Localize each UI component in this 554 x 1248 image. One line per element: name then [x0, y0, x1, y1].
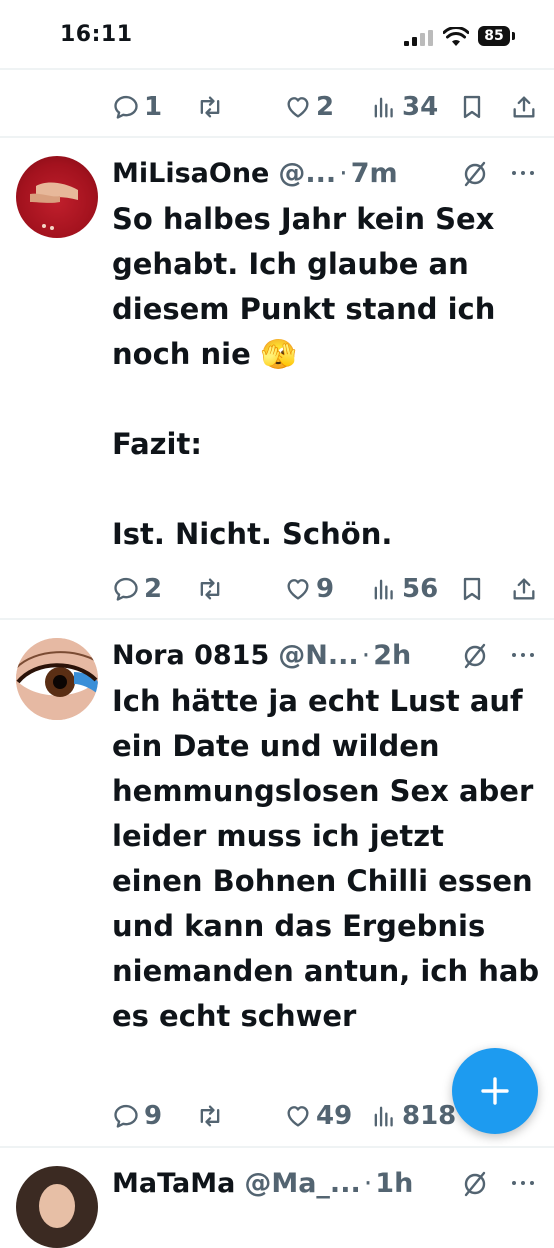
speech-bubble-icon	[114, 95, 138, 119]
avatar[interactable]	[16, 156, 98, 238]
retweet-button[interactable]	[196, 569, 224, 609]
views-count: 56	[402, 574, 439, 604]
reply-count: 9	[144, 1101, 163, 1131]
heart-icon	[287, 579, 309, 600]
wifi-icon	[443, 27, 469, 46]
separator-dot: ·	[339, 157, 348, 189]
more-dots-icon[interactable]	[508, 1175, 538, 1191]
reply-button[interactable]: 2	[112, 569, 162, 609]
divider	[0, 1146, 554, 1148]
compose-button[interactable]	[452, 1048, 538, 1134]
heart-icon	[287, 97, 309, 118]
bookmark-button[interactable]	[458, 569, 486, 609]
share-upload-icon	[513, 96, 535, 118]
display-name[interactable]: Nora 0815	[112, 640, 269, 671]
like-button[interactable]: 9	[284, 569, 334, 609]
reply-button[interactable]: 1	[112, 87, 162, 127]
divider	[0, 136, 554, 138]
speech-bubble-icon	[114, 577, 138, 601]
separator-dot: ·	[361, 639, 371, 671]
tweet-header: MiLisaOne @... · 7m	[112, 153, 398, 193]
bookmark-button[interactable]	[458, 87, 486, 127]
plus-icon	[481, 1077, 509, 1105]
like-count: 49	[316, 1101, 353, 1131]
status-time: 16:11	[60, 22, 133, 47]
heart-icon	[287, 1106, 309, 1127]
share-upload-icon	[513, 578, 535, 600]
avatar-image	[30, 182, 78, 230]
cellular-signal-icon	[404, 30, 433, 46]
share-button[interactable]	[510, 87, 538, 127]
bar-chart-icon	[374, 579, 393, 600]
tweet-actions: 1 2 34	[112, 87, 542, 127]
retweet-arrows-icon	[200, 1105, 220, 1127]
bar-chart-icon	[374, 97, 393, 118]
reply-count: 1	[144, 92, 163, 122]
grok-slash-circle-icon[interactable]	[460, 641, 490, 671]
retweet-arrows-icon	[200, 578, 220, 600]
views-button[interactable]: 56	[370, 569, 438, 609]
bar-chart-icon	[374, 1106, 393, 1127]
separator-dot: ·	[363, 1167, 373, 1199]
more-dots-icon[interactable]	[508, 165, 538, 181]
user-handle[interactable]: @Ma_...	[244, 1168, 360, 1199]
tweet-age: 1h	[375, 1167, 414, 1199]
views-count: 34	[402, 92, 439, 122]
more-dots-icon[interactable]	[508, 647, 538, 663]
like-button[interactable]: 2	[284, 87, 334, 127]
avatar-image	[39, 1184, 75, 1228]
reply-button[interactable]: 9	[112, 1096, 162, 1136]
retweet-button[interactable]	[196, 1096, 224, 1136]
tweet-age: 2h	[373, 639, 412, 671]
tweet-text: Ich hätte ja echt Lust auf ein Date und …	[112, 684, 540, 1033]
tweet-text: So halbes Jahr kein Sex gehabt. Ich glau…	[112, 202, 496, 551]
retweet-arrows-icon	[200, 96, 220, 118]
display-name[interactable]: MaTaMa	[112, 1168, 235, 1199]
tweet-header: Nora 0815 @N... · 2h	[112, 635, 411, 675]
grok-slash-circle-icon[interactable]	[460, 1169, 490, 1199]
bookmark-icon	[463, 95, 481, 119]
share-button[interactable]	[510, 569, 538, 609]
tweet-header: MaTaMa @Ma_... · 1h	[112, 1163, 413, 1203]
divider	[0, 618, 554, 620]
views-button[interactable]: 818	[370, 1096, 456, 1136]
battery-tip	[512, 32, 515, 40]
like-count: 2	[316, 92, 335, 122]
display-name[interactable]: MiLisaOne	[112, 158, 269, 189]
bookmark-icon	[463, 577, 481, 601]
like-button[interactable]: 49	[284, 1096, 352, 1136]
status-bar: 16:11 85	[0, 0, 554, 68]
like-count: 9	[316, 574, 335, 604]
divider	[0, 68, 554, 70]
speech-bubble-icon	[114, 1104, 138, 1128]
tweet-age: 7m	[350, 157, 398, 189]
tweet-actions: 2 9 56	[112, 569, 542, 609]
retweet-button[interactable]	[196, 87, 224, 127]
avatar[interactable]	[16, 638, 98, 720]
battery-icon: 85	[478, 26, 510, 46]
reply-count: 2	[144, 574, 163, 604]
avatar[interactable]	[16, 1166, 98, 1248]
avatar-image	[16, 638, 98, 720]
grok-slash-circle-icon[interactable]	[460, 159, 490, 189]
user-handle[interactable]: @...	[278, 158, 336, 189]
views-count: 818	[402, 1101, 457, 1131]
views-button[interactable]: 34	[370, 87, 438, 127]
user-handle[interactable]: @N...	[278, 640, 358, 671]
